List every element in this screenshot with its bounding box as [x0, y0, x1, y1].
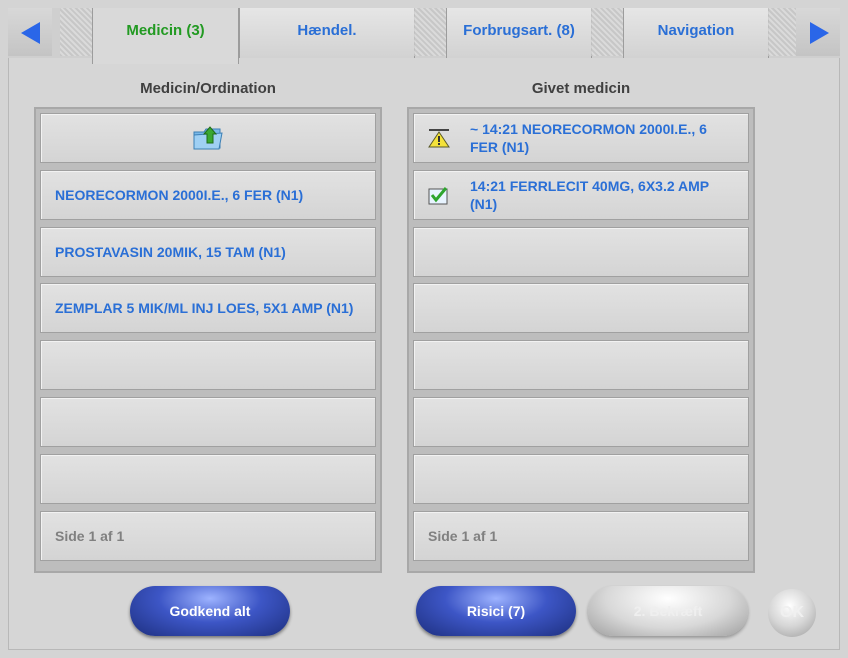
tab-medicin[interactable]: Medicin (3): [92, 8, 239, 64]
empty-row: [40, 454, 376, 504]
empty-row: [413, 340, 749, 390]
ordination-item[interactable]: NEORECORMON 2000I.E., 6 FER (N1): [40, 170, 376, 220]
tab-separator: [60, 8, 92, 56]
panel-title-givet: Givet medicin: [531, 80, 631, 97]
empty-row: [413, 227, 749, 277]
warning-icon-wrap: [428, 128, 456, 148]
ordination-item-label: ZEMPLAR 5 MIK/ML INJ LOES, 5X1 AMP (N1): [55, 300, 354, 316]
empty-row: [413, 397, 749, 447]
given-medicine-list: ~ 14:21 NEORECORMON 2000I.E., 6 FER (N1)…: [407, 107, 755, 573]
folder-up-icon: [193, 126, 223, 150]
folder-up-button[interactable]: [40, 113, 376, 163]
tab-separator: [414, 8, 446, 56]
checkbox-wrap: [428, 185, 456, 205]
given-item[interactable]: ~ 14:21 NEORECORMON 2000I.E., 6 FER (N1): [413, 113, 749, 163]
approve-all-button[interactable]: Godkend alt: [130, 586, 290, 636]
second-confirm-button[interactable]: 2. Bekræft: [588, 586, 748, 636]
tab-forbrugsart[interactable]: Forbrugsart. (8): [446, 8, 592, 58]
panel-title-ordination: Medicin/Ordination: [140, 80, 276, 97]
empty-row: [413, 283, 749, 333]
tab-scroll-left-button[interactable]: [8, 8, 52, 56]
page-indicator-label: Side 1 af 1: [55, 528, 125, 544]
ordination-item[interactable]: PROSTAVASIN 20MIK, 15 TAM (N1): [40, 227, 376, 277]
ordination-item[interactable]: ZEMPLAR 5 MIK/ML INJ LOES, 5X1 AMP (N1): [40, 283, 376, 333]
tab-navigation[interactable]: Navigation: [623, 8, 769, 58]
risks-button[interactable]: Risici (7): [416, 586, 576, 636]
ordination-item-label: NEORECORMON 2000I.E., 6 FER (N1): [55, 187, 304, 203]
page-indicator: Side 1 af 1: [40, 511, 376, 561]
page-indicator: Side 1 af 1: [413, 511, 749, 561]
arrow-left-icon: [21, 22, 40, 44]
ordination-item-label: PROSTAVASIN 20MIK, 15 TAM (N1): [55, 244, 286, 260]
empty-row: [40, 397, 376, 447]
empty-row: [40, 340, 376, 390]
given-item[interactable]: 14:21 FERRLECIT 40MG, 6X3.2 AMP (N1): [413, 170, 749, 220]
checkbox-checked-icon: [428, 187, 448, 205]
ok-button[interactable]: OK: [768, 589, 816, 637]
empty-row: [413, 454, 749, 504]
tab-haendel[interactable]: Hændel.: [239, 8, 415, 58]
tab-separator: [591, 8, 623, 56]
tab-scroll-right-button[interactable]: [796, 8, 840, 56]
warning-icon: [428, 129, 450, 148]
arrow-right-icon: [810, 22, 829, 44]
page-indicator-label: Side 1 af 1: [428, 528, 498, 544]
given-item-label: ~ 14:21 NEORECORMON 2000I.E., 6 FER (N1): [470, 121, 707, 155]
ordination-list: NEORECORMON 2000I.E., 6 FER (N1) PROSTAV…: [34, 107, 382, 573]
given-item-label: 14:21 FERRLECIT 40MG, 6X3.2 AMP (N1): [470, 178, 709, 212]
